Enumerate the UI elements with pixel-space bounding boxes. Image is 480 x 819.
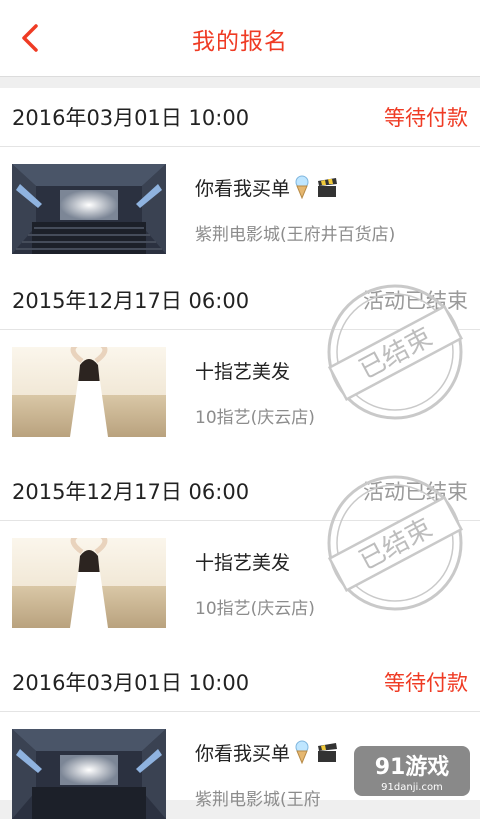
event-title-text: 你看我买单: [195, 743, 291, 765]
event-date: 2015年12月17日 06:00: [12, 480, 250, 504]
venue-name: 紫荆电影城(王府: [195, 790, 321, 810]
clapperboard-icon: [318, 178, 338, 197]
registration-card[interactable]: 2016年03月01日 10:00 等待付款 你看我买单 紫荆电影城(王府井百货…: [0, 88, 480, 280]
event-thumbnail: [12, 347, 166, 437]
watermark-brand: 91游戏: [375, 754, 450, 780]
status-label: 活动已结束: [363, 289, 468, 313]
event-title-text: 你看我买单: [195, 178, 291, 200]
status-label: 等待付款: [384, 671, 468, 695]
registration-card[interactable]: 2015年12月17日 06:00 活动已结束 十指艺美发 10指艺(庆云店) …: [0, 462, 480, 654]
watermark-url: 91danji.com: [381, 782, 443, 793]
event-thumbnail: [12, 164, 166, 254]
event-date: 2016年03月01日 10:00: [12, 671, 250, 695]
registration-card[interactable]: 2015年12月17日 06:00 活动已结束 十指艺美发 10指艺(庆云店) …: [0, 271, 480, 463]
card-header: 2015年12月17日 06:00 活动已结束: [0, 271, 480, 330]
card-header: 2016年03月01日 10:00 等待付款: [0, 88, 480, 147]
page-title: 我的报名: [192, 29, 288, 55]
event-date: 2016年03月01日 10:00: [12, 106, 250, 130]
event-title: 你看我买单: [195, 739, 338, 769]
site-watermark: 91游戏 91danji.com: [352, 742, 472, 798]
event-thumbnail: [12, 729, 166, 819]
event-date: 2015年12月17日 06:00: [12, 289, 250, 313]
venue-name: 10指艺(庆云店): [195, 408, 315, 428]
card-header: 2016年03月01日 10:00 等待付款: [0, 653, 480, 712]
stamp-text: 已结束: [354, 513, 437, 576]
event-thumbnail: [12, 538, 166, 628]
venue-name: 紫荆电影城(王府井百货店): [195, 225, 396, 245]
app-header: 我的报名: [0, 0, 480, 77]
venue-name: 10指艺(庆云店): [195, 599, 315, 619]
stamp-text: 已结束: [354, 322, 437, 385]
card-header: 2015年12月17日 06:00 活动已结束: [0, 462, 480, 521]
status-label: 等待付款: [384, 106, 468, 130]
status-label: 活动已结束: [363, 480, 468, 504]
event-title: 十指艺美发: [195, 552, 291, 574]
ice-cream-icon: [295, 175, 309, 200]
event-title: 十指艺美发: [195, 361, 291, 383]
ice-cream-icon: [295, 740, 309, 765]
clapperboard-icon: [318, 743, 338, 762]
event-title: 你看我买单: [195, 174, 338, 204]
